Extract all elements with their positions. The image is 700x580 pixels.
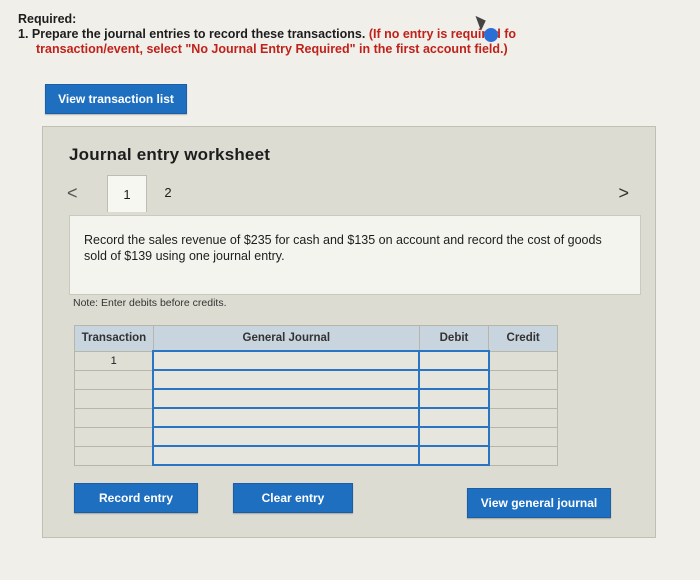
header-credit: Credit [488, 325, 558, 352]
clear-entry-button[interactable]: Clear entry [233, 483, 353, 513]
transaction-cell [74, 407, 154, 428]
instruction-note-continued: transaction/event, select "No Journal En… [36, 42, 508, 56]
table-row [74, 388, 558, 409]
credit-field[interactable] [488, 350, 558, 371]
view-general-journal-button[interactable]: View general journal [467, 488, 611, 518]
transaction-cell [74, 369, 154, 390]
account-field[interactable] [152, 350, 421, 371]
record-entry-button[interactable]: Record entry [74, 483, 198, 513]
view-transaction-list-button[interactable]: View transaction list [45, 84, 187, 114]
tab-2[interactable]: 2 [149, 175, 187, 209]
header-transaction: Transaction [74, 325, 154, 352]
table-row [74, 426, 558, 447]
instruction-line: 1. Prepare the journal entries to record… [18, 27, 658, 42]
table-row: 1 [74, 350, 558, 371]
journal-table: Transaction General Journal Debit Credit… [74, 325, 558, 466]
table-row [74, 407, 558, 428]
debit-field[interactable] [418, 369, 490, 390]
transaction-cell [74, 388, 154, 409]
table-row [74, 445, 558, 466]
account-field[interactable] [152, 388, 421, 409]
credit-field[interactable] [488, 388, 558, 409]
transaction-description-box: Record the sales revenue of $235 for cas… [69, 215, 641, 295]
credit-field[interactable] [488, 369, 558, 390]
help-dot-icon[interactable] [484, 28, 498, 42]
tab-1[interactable]: 1 [107, 175, 147, 212]
instructions: Required: 1. Prepare the journal entries… [18, 12, 658, 57]
account-field[interactable] [152, 445, 421, 466]
transaction-cell: 1 [74, 350, 154, 371]
debit-field[interactable] [418, 445, 490, 466]
debit-credit-note: Note: Enter debits before credits. [73, 297, 227, 309]
account-field[interactable] [152, 426, 421, 447]
account-field[interactable] [152, 407, 421, 428]
debit-field[interactable] [418, 388, 490, 409]
debit-field[interactable] [418, 426, 490, 447]
transaction-cell [74, 445, 154, 466]
transaction-cell [74, 426, 154, 447]
header-general-journal: General Journal [152, 325, 420, 352]
table-row [74, 369, 558, 390]
debit-field[interactable] [418, 350, 490, 371]
header-debit: Debit [418, 325, 490, 352]
chevron-right-icon[interactable]: > [618, 183, 629, 204]
account-field[interactable] [152, 369, 421, 390]
credit-field[interactable] [488, 407, 558, 428]
journal-entry-worksheet: Journal entry worksheet < 1 2 > Record t… [42, 126, 656, 538]
instruction-text: 1. Prepare the journal entries to record… [18, 27, 369, 41]
required-heading: Required: [18, 12, 77, 26]
transaction-description: Record the sales revenue of $235 for cas… [84, 233, 602, 263]
worksheet-title: Journal entry worksheet [69, 145, 271, 164]
debit-field[interactable] [418, 407, 490, 428]
credit-field[interactable] [488, 426, 558, 447]
chevron-left-icon[interactable]: < [67, 183, 78, 204]
credit-field[interactable] [488, 445, 558, 466]
